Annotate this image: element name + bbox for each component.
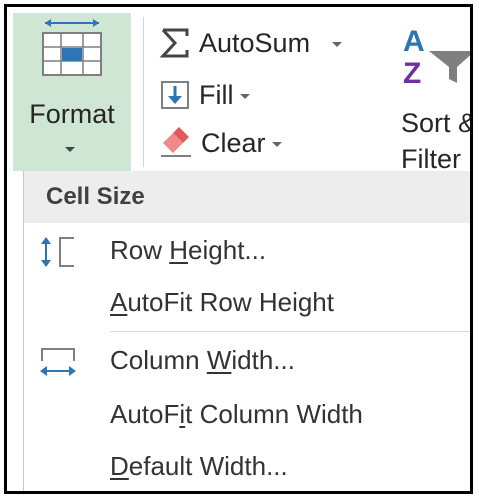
eraser-icon (161, 127, 191, 157)
clear-button[interactable]: Clear (159, 121, 282, 165)
clear-label: Clear (201, 127, 266, 158)
menu-item-row-height[interactable]: Row Height... (24, 227, 470, 275)
fill-label: Fill (199, 79, 234, 110)
menu-item-default-width[interactable]: Default Width... (24, 443, 470, 491)
sort-az-filter-icon: A Z (403, 25, 470, 90)
format-button[interactable]: Format (13, 13, 131, 171)
fill-button[interactable]: Fill (159, 73, 250, 117)
svg-text:A: A (403, 25, 425, 58)
row-height-icon (41, 237, 74, 267)
menu-item-label: Column Width... (110, 345, 295, 375)
sort-filter-label: Sort & Filter (401, 108, 473, 174)
autosum-button[interactable]: AutoSum (159, 21, 343, 65)
chevron-down-icon (332, 41, 343, 47)
sigma-icon (159, 28, 189, 58)
menu-divider (110, 331, 470, 332)
sort-filter-button[interactable]: A Z Sort & Filter (399, 21, 470, 174)
menu-item-column-width[interactable]: Column Width... (24, 337, 470, 385)
format-label: Format (29, 99, 115, 129)
menu-item-autofit-row-height[interactable]: AutoFit Row Height (24, 279, 470, 327)
cell-size-heading: Cell Size (46, 183, 145, 210)
menu-section-header: Cell Size (24, 171, 470, 223)
ribbon-divider (143, 17, 144, 167)
ribbon-editing-group: Format AutoSum Fill Clear A Z Sort & Fil… (7, 7, 470, 174)
menu-item-label: AutoFit Column Width (110, 399, 363, 429)
fill-down-icon (161, 81, 189, 109)
chevron-down-icon (65, 147, 75, 152)
format-dropdown-menu: Cell Size Row Height... AutoFit Row Heig… (23, 171, 470, 491)
svg-text:Z: Z (403, 57, 421, 90)
chevron-down-icon (271, 141, 282, 147)
column-width-icon (40, 348, 76, 376)
format-cells-icon (42, 19, 102, 76)
screenshot-frame: Format AutoSum Fill Clear A Z Sort & Fil… (4, 4, 473, 494)
chevron-down-icon (239, 93, 250, 99)
autosum-label: AutoSum (199, 27, 311, 58)
menu-item-label: Default Width... (110, 451, 288, 481)
menu-item-label: Row Height... (110, 235, 267, 265)
menu-item-label: AutoFit Row Height (110, 287, 334, 317)
menu-item-autofit-column-width[interactable]: AutoFit Column Width (24, 391, 470, 439)
